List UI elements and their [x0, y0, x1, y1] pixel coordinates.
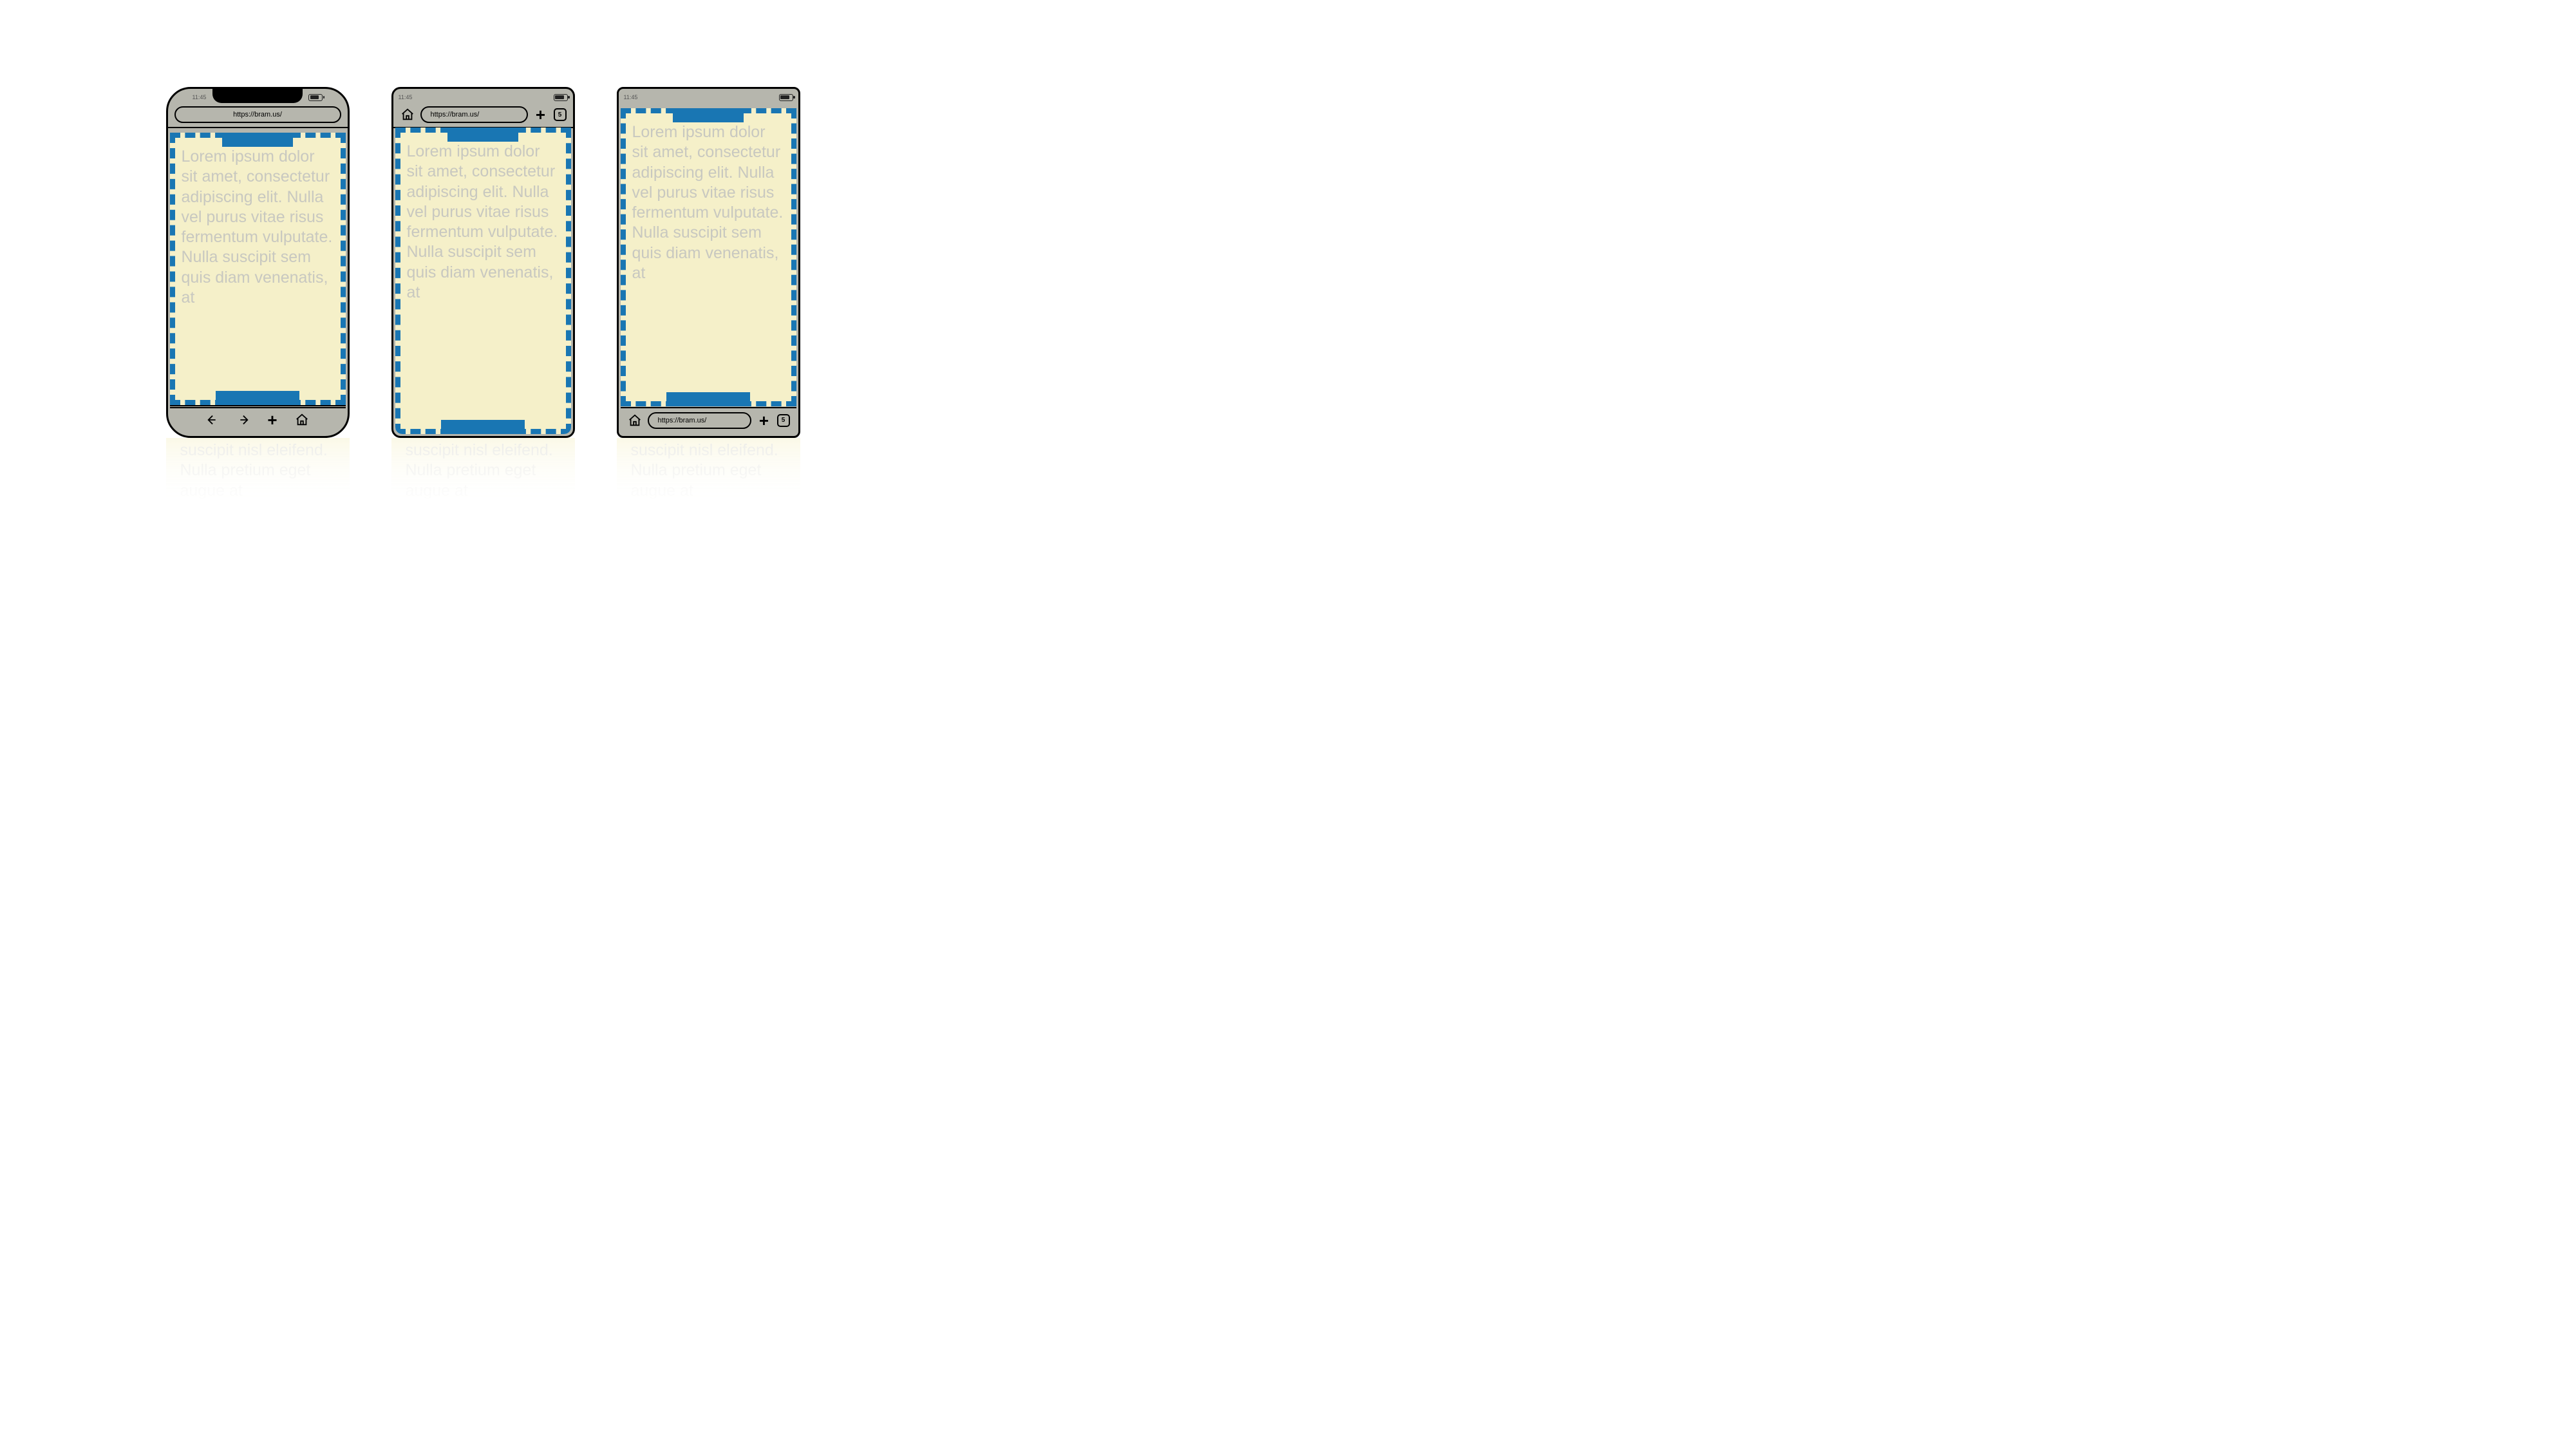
- tabs-count-badge[interactable]: 5: [554, 108, 567, 121]
- safe-area-top-marker: [222, 133, 293, 147]
- browser-bottom-toolbar: https://bram.us/ + 5: [621, 407, 796, 434]
- battery-icon: [308, 94, 323, 101]
- reflection: suscipit nisl eleifend. Nulla pretium eg…: [166, 438, 350, 554]
- url-text: https://bram.us/: [431, 111, 480, 118]
- tabs-count-badge[interactable]: 5: [777, 414, 790, 427]
- clock-label: 11:45: [624, 94, 638, 100]
- web-viewport: Lorem ipsum dolor sit amet, consectetur …: [395, 128, 571, 434]
- web-viewport: Lorem ipsum dolor sit amet, consectetur …: [170, 133, 346, 406]
- home-button[interactable]: [627, 413, 643, 428]
- home-button[interactable]: [400, 107, 415, 122]
- forward-button[interactable]: [235, 412, 250, 428]
- device-mockup-c: 11:45 Lorem ipsum dolor sit amet, consec…: [617, 87, 800, 438]
- page-content-text: Lorem ipsum dolor sit amet, consectetur …: [182, 147, 334, 308]
- safe-area-top-marker: [447, 128, 518, 142]
- url-text: https://bram.us/: [658, 417, 707, 424]
- reflection: suscipit nisl eleifend. Nulla pretium eg…: [391, 438, 575, 554]
- back-button[interactable]: [205, 412, 221, 428]
- safe-area-bottom-marker: [666, 392, 750, 406]
- device-mockup-a: 11:45 https://bram.us/ Lorem ipsum dolor…: [166, 87, 350, 438]
- browser-top-toolbar: https://bram.us/: [168, 104, 348, 128]
- url-bar[interactable]: https://bram.us/: [420, 106, 528, 123]
- status-bar: 11:45: [624, 90, 793, 104]
- battery-icon: [779, 94, 793, 101]
- browser-top-toolbar: https://bram.us/ + 5: [393, 104, 573, 128]
- clock-label: 11:45: [193, 94, 207, 100]
- new-tab-button[interactable]: +: [265, 412, 280, 428]
- page-content-text: Lorem ipsum dolor sit amet, consectetur …: [632, 122, 785, 283]
- notch: [212, 89, 303, 103]
- new-tab-button[interactable]: +: [533, 107, 549, 122]
- url-bar[interactable]: https://bram.us/: [648, 412, 751, 429]
- url-bar[interactable]: https://bram.us/: [174, 106, 341, 123]
- device-frame: 11:45 https://bram.us/ Lorem ipsum dolor…: [166, 87, 350, 438]
- status-bar: 11:45: [399, 90, 568, 104]
- browser-bottom-toolbar: +: [170, 407, 346, 434]
- url-text: https://bram.us/: [233, 111, 282, 118]
- clock-label: 11:45: [399, 94, 413, 100]
- device-frame: 11:45 https://bram.us/ + 5 Lorem ipsum d…: [391, 87, 575, 438]
- device-mockup-b: 11:45 https://bram.us/ + 5 Lorem ipsum d…: [391, 87, 575, 438]
- page-content-text: Lorem ipsum dolor sit amet, consectetur …: [407, 142, 559, 303]
- home-button[interactable]: [294, 412, 310, 428]
- new-tab-button[interactable]: +: [757, 413, 772, 428]
- safe-area-bottom-marker: [441, 420, 525, 434]
- web-viewport: Lorem ipsum dolor sit amet, consectetur …: [621, 108, 796, 406]
- device-frame: 11:45 Lorem ipsum dolor sit amet, consec…: [617, 87, 800, 438]
- safe-area-bottom-marker: [216, 391, 299, 405]
- safe-area-top-marker: [673, 108, 744, 122]
- battery-icon: [554, 94, 568, 101]
- reflection: suscipit nisl eleifend. Nulla pretium eg…: [617, 438, 800, 554]
